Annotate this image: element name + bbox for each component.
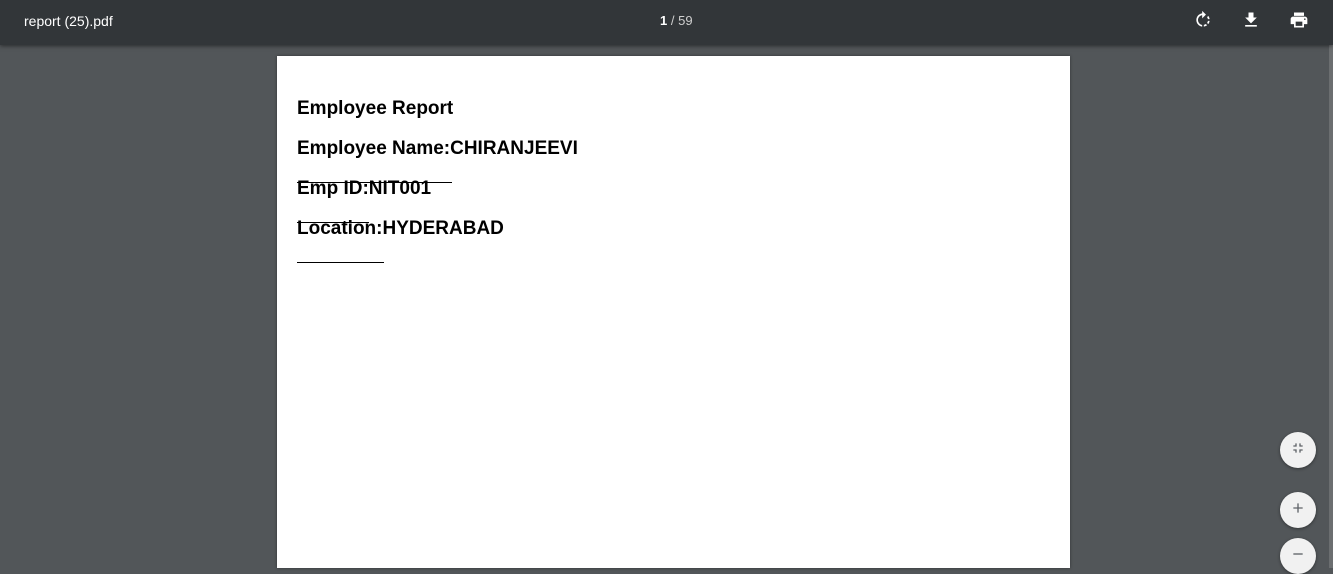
vertical-scrollbar[interactable] [1329, 45, 1333, 568]
employee-location-line: Location:HYDERABAD [297, 218, 504, 239]
employee-id-line: Emp ID:NIT001 [297, 178, 432, 199]
report-title: Employee Report [297, 98, 454, 119]
document-title: report (25).pdf [24, 13, 113, 29]
pdf-toolbar: report (25).pdf 1 / 59 [0, 0, 1333, 45]
page-separator: / [670, 13, 675, 28]
rotate-button[interactable] [1189, 8, 1217, 36]
print-button[interactable] [1285, 8, 1313, 36]
fit-to-page-icon [1290, 440, 1306, 461]
page-indicator: 1 / 59 [660, 13, 693, 29]
download-button[interactable] [1237, 8, 1265, 36]
download-icon [1241, 10, 1261, 35]
zoom-in-icon [1290, 500, 1306, 521]
employee-name-line: Employee Name:CHIRANJEEVI [297, 138, 578, 159]
zoom-out-button[interactable] [1280, 538, 1316, 574]
print-icon [1289, 10, 1309, 35]
rotate-icon [1193, 10, 1213, 35]
underline-rule [297, 262, 384, 263]
zoom-out-icon [1290, 546, 1306, 567]
pdf-page: Employee Report Employee Name:CHIRANJEEV… [277, 56, 1070, 568]
zoom-in-button[interactable] [1280, 492, 1316, 528]
fit-to-page-button[interactable] [1280, 432, 1316, 468]
current-page-number[interactable]: 1 [660, 13, 667, 28]
total-pages: 59 [678, 13, 693, 28]
